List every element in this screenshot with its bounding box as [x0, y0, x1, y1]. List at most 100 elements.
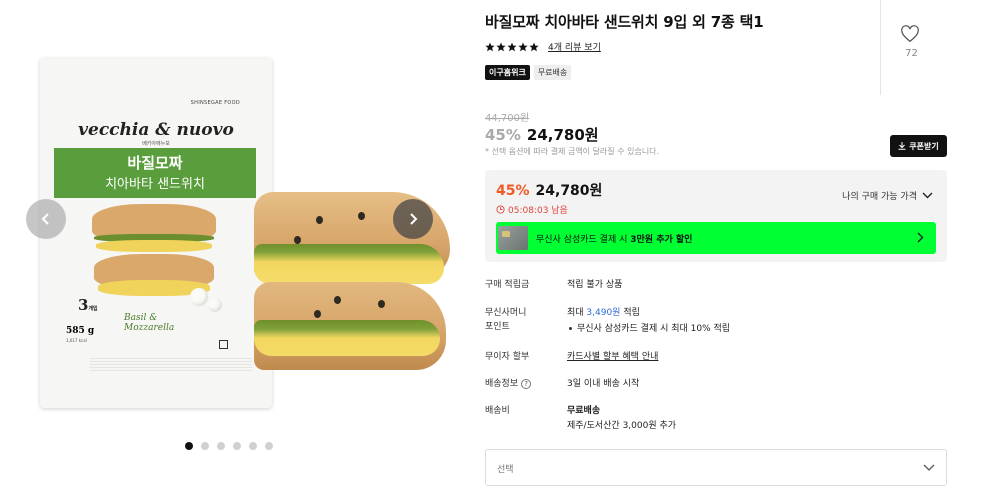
- money-value: 최대 3,490원 적립: [567, 306, 640, 320]
- coupon-label: 쿠폰받기: [909, 141, 939, 151]
- countdown-timer: 05:08:03 남음: [496, 203, 568, 216]
- money-label-line1: 무신사머니: [485, 308, 527, 318]
- pagination-dot[interactable]: [201, 442, 209, 450]
- chevron-down-icon: [923, 464, 935, 471]
- card-promo-bold: 3만원 추가 할인: [630, 234, 693, 245]
- chevron-right-icon: [917, 232, 924, 243]
- money-prefix: 최대: [567, 308, 587, 318]
- package-name-line2: 치아바타 샌드위치: [105, 177, 205, 192]
- money-bullet: 무신사 삼성카드 결제 시 최대 10% 적립: [567, 322, 730, 336]
- olive: [316, 216, 323, 224]
- olive: [358, 212, 365, 220]
- my-price: 24,780원: [535, 183, 603, 199]
- review-link[interactable]: 4개 리뷰 보기: [548, 40, 601, 53]
- delivery-value: 3일 이내 배송 시작: [567, 379, 640, 389]
- product-image-gallery: SHINSEGAE FOOD vecchia & nuovo 베키아에누보 바질…: [0, 0, 460, 490]
- microwave-icon: [219, 340, 228, 349]
- package-flavor-line1: Basil &: [124, 313, 158, 323]
- package-smallprint: [90, 358, 252, 372]
- fee-value: 무료배송: [567, 406, 601, 416]
- my-discount-percent: 45%: [496, 183, 530, 199]
- package-name-line1: 바질모짜: [127, 154, 183, 172]
- product-package-image: SHINSEGAE FOOD vecchia & nuovo 베키아에누보 바질…: [40, 58, 272, 408]
- money-suffix: 적립: [620, 308, 640, 318]
- package-flavor: Basil & Mozzarella: [124, 313, 174, 333]
- olive: [378, 300, 385, 308]
- clock-icon: [496, 205, 505, 214]
- star-icon: [518, 42, 528, 51]
- my-price-toggle[interactable]: 나의 구매 가능 가격: [842, 189, 933, 202]
- package-maker: SHINSEGAE FOOD: [190, 100, 240, 106]
- card-promo-prefix: 무신사 삼성카드 결제 시: [536, 234, 631, 245]
- gallery-prev-button[interactable]: [26, 199, 66, 239]
- discount-percent: 45%: [485, 126, 521, 144]
- olive: [294, 236, 301, 244]
- chevron-right-icon: [410, 213, 418, 225]
- pagination-dot[interactable]: [265, 442, 273, 450]
- fee-label: 배송비: [485, 406, 510, 416]
- points-label: 구매 적립금: [485, 280, 530, 290]
- delivery-label-text: 배송정보: [485, 379, 519, 389]
- sandwich-filling-bottom: [254, 320, 440, 356]
- package-count: 3개입: [78, 296, 98, 314]
- installment-label: 무이자 할부: [485, 352, 530, 362]
- gallery-next-button[interactable]: [393, 199, 433, 239]
- points-value: 적립 불가 상품: [567, 280, 623, 290]
- rating-row: 4개 리뷰 보기: [485, 40, 601, 53]
- countdown-text: 05:08:03 남음: [508, 206, 568, 216]
- package-brand-ko: 베키아에누보: [142, 141, 170, 147]
- money-label: 무신사머니포인트: [485, 306, 526, 334]
- heart-icon: [901, 25, 919, 43]
- card-promo-banner[interactable]: 무신사 삼성카드 결제 시 3만원 추가 할인: [496, 222, 936, 254]
- star-icon: [496, 42, 506, 51]
- tag-event: 이구홈위크: [485, 65, 530, 80]
- installment-link[interactable]: 카드사별 할부 혜택 안내: [567, 350, 658, 364]
- product-title: 바질모짜 치아바타 샌드위치 9입 외 7종 택1: [485, 13, 764, 31]
- money-amount: 3,490원: [586, 308, 621, 318]
- credit-card-icon: [498, 226, 528, 250]
- price-note: * 선택 옵션에 따라 결제 금액이 달라질 수 있습니다.: [485, 147, 660, 156]
- chevron-down-icon: [922, 192, 933, 199]
- fee-extra: 제주/도서산간 3,000원 추가: [567, 421, 677, 431]
- like-count: 72: [905, 48, 918, 59]
- sandwich-filling: [254, 244, 444, 284]
- package-brand: vecchia & nuovo: [78, 120, 234, 140]
- like-button[interactable]: 72: [880, 0, 942, 95]
- my-price-row: 45% 24,780원: [496, 180, 602, 200]
- star-icon: [529, 42, 539, 51]
- tag-free-shipping: 무료배송: [533, 65, 572, 80]
- package-kcal: 1,617 kcal: [66, 338, 87, 343]
- option-select[interactable]: 선택: [485, 449, 947, 486]
- pagination-dot[interactable]: [217, 442, 225, 450]
- pagination-dot[interactable]: [185, 442, 193, 450]
- original-price: 44,700원: [485, 113, 530, 124]
- olive: [334, 296, 341, 304]
- card-promo-text: 무신사 삼성카드 결제 시 3만원 추가 할인: [536, 232, 692, 245]
- pagination-dot[interactable]: [249, 442, 257, 450]
- help-icon[interactable]: ?: [521, 378, 532, 389]
- download-icon: [898, 142, 906, 150]
- rating-stars: [485, 42, 539, 52]
- gallery-pagination: [185, 442, 273, 450]
- package-flavor-line2: Mozzarella: [124, 323, 175, 333]
- money-label-line2: 포인트: [485, 322, 510, 332]
- delivery-label: 배송정보?: [485, 377, 532, 391]
- price-row: 45% 24,780원: [485, 124, 599, 145]
- product-tags: 이구홈위크 무료배송: [485, 65, 572, 80]
- star-icon: [485, 42, 495, 51]
- my-price-box: 45% 24,780원 05:08:03 남음 나의 구매 가능 가격 무신사 …: [485, 170, 947, 262]
- pagination-dot[interactable]: [233, 442, 241, 450]
- mozzarella-ball: [190, 288, 208, 306]
- mozzarella-ball: [208, 298, 222, 312]
- package-count-unit: 개입: [88, 306, 98, 312]
- olive: [314, 310, 321, 318]
- product-info-panel: 바질모짜 치아바타 샌드위치 9입 외 7종 택1 4개 리뷰 보기 이구홈위크…: [485, 0, 947, 490]
- sale-price: 24,780원: [526, 126, 599, 144]
- package-name-band: 바질모짜 치아바타 샌드위치: [54, 148, 256, 198]
- package-weight: 585 g: [66, 326, 95, 336]
- my-price-label: 나의 구매 가능 가격: [842, 192, 917, 202]
- chevron-left-icon: [41, 213, 49, 225]
- option-placeholder: 선택: [497, 465, 514, 475]
- coupon-button[interactable]: 쿠폰받기: [890, 135, 947, 157]
- package-count-number: 3: [78, 296, 89, 314]
